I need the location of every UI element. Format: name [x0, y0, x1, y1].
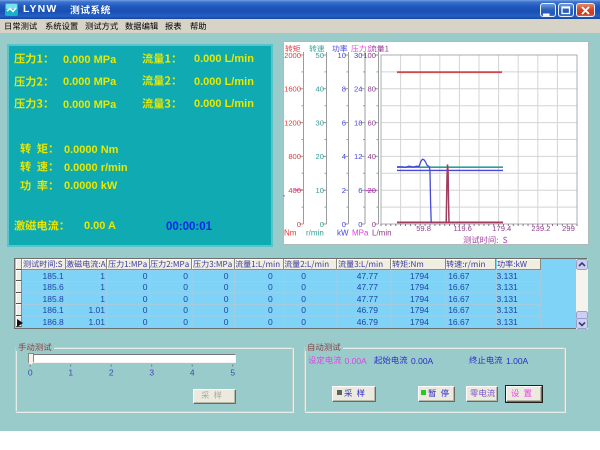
svg-text:0: 0 [28, 368, 33, 378]
svg-text:2: 2 [109, 368, 114, 378]
svg-text:3: 3 [149, 368, 154, 378]
svg-text:5: 5 [230, 368, 235, 378]
svg-text:4: 4 [190, 368, 195, 378]
svg-text:1: 1 [68, 368, 73, 378]
